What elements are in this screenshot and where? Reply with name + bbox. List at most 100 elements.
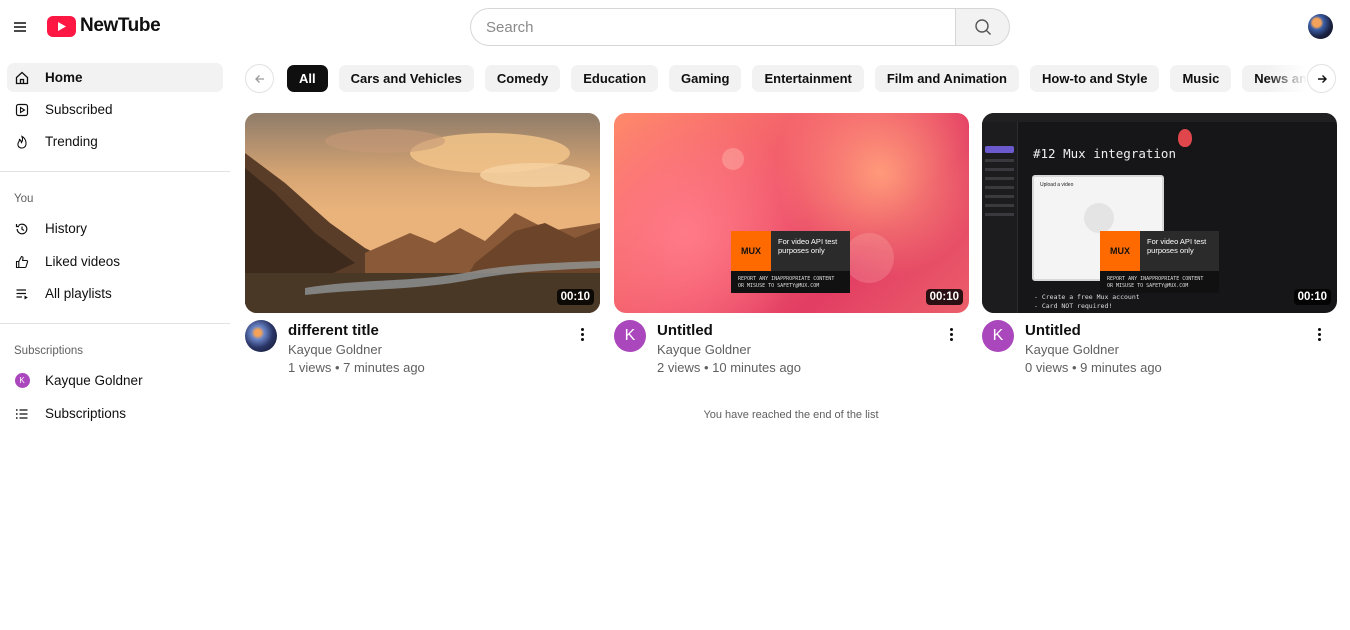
channel-name[interactable]: Kayque Goldner <box>1025 342 1119 357</box>
chip-education[interactable]: Education <box>571 65 659 92</box>
channel-avatar[interactable]: K <box>614 320 646 352</box>
video-card[interactable]: 00:10 different title Kayque Goldner 1 v… <box>245 113 600 380</box>
arrow-right-icon <box>1317 74 1327 83</box>
video-duration: 00:10 <box>556 289 594 305</box>
user-avatar[interactable] <box>1308 14 1333 39</box>
chip-how-to-and-style[interactable]: How-to and Style <box>1030 65 1160 92</box>
channel-name[interactable]: Kayque Goldner <box>657 342 751 357</box>
home-icon <box>14 70 30 86</box>
list-icon <box>14 406 30 422</box>
channel-avatar[interactable]: K <box>982 320 1014 352</box>
thumbs-up-icon <box>14 254 30 270</box>
video-stats: 2 views • 10 minutes ago <box>657 360 802 375</box>
section-heading-you: You <box>14 193 34 205</box>
search-input[interactable] <box>470 8 955 46</box>
more-options-icon[interactable] <box>1311 324 1327 344</box>
video-title[interactable]: Untitled <box>657 322 713 339</box>
screen-topbar <box>982 113 1337 122</box>
sidebar-item-label: Subscribed <box>45 102 113 117</box>
channel-name[interactable]: Kayque Goldner <box>288 342 382 357</box>
chip-music[interactable]: Music <box>1170 65 1232 92</box>
chip-entertainment[interactable]: Entertainment <box>752 65 864 92</box>
chip-all[interactable]: All <box>287 65 328 92</box>
landscape-image <box>245 113 600 313</box>
video-duration: 00:10 <box>925 289 963 305</box>
sidebar-item-channel[interactable]: K Kayque Goldner <box>7 366 223 395</box>
sidebar-item-all-playlists[interactable]: All playlists <box>7 279 223 308</box>
sidebar-item-label: Subscriptions <box>45 406 127 421</box>
bokeh-circle <box>722 148 744 170</box>
mux-caption: For video API test purposes only <box>771 231 850 271</box>
top-bar: NewTube <box>0 0 1350 54</box>
section-heading-subscriptions: Subscriptions <box>14 345 84 357</box>
video-meta: K Untitled Kayque Goldner 0 views • 9 mi… <box>982 320 1337 380</box>
search-button[interactable] <box>955 8 1010 46</box>
end-of-list-message: You have reached the end of the list <box>703 409 879 421</box>
category-chips: All Cars and Vehicles Comedy Education Gamin… <box>287 65 1307 92</box>
video-thumbnail[interactable]: MUX For video API test purposes only REP… <box>614 113 969 313</box>
strawberry-icon <box>1178 129 1192 147</box>
history-icon <box>14 221 30 237</box>
sidebar-item-subscribed[interactable]: Subscribed <box>7 95 223 124</box>
chips-scroll-left-button[interactable] <box>245 64 274 93</box>
sidebar-divider <box>0 323 230 324</box>
search-bar <box>470 8 1010 46</box>
sidebar-item-history[interactable]: History <box>7 214 223 243</box>
video-meta: different title Kayque Goldner 1 views •… <box>245 320 600 380</box>
screen-heading: #12 Mux integration <box>1033 146 1176 161</box>
channel-avatar: K <box>14 373 30 388</box>
video-duration: 00:10 <box>1293 289 1331 305</box>
chip-gaming[interactable]: Gaming <box>669 65 742 92</box>
mux-report-text: REPORT ANY INAPPROPRIATE CONTENT OR MISU… <box>1100 271 1219 293</box>
channel-avatar-icon: K <box>14 373 30 389</box>
app-logo[interactable]: NewTube <box>47 15 161 37</box>
chips-fade <box>1267 65 1307 92</box>
mux-watermark: MUX For video API test purposes only REP… <box>731 231 850 293</box>
upload-dialog-title: Upload a video <box>1040 182 1074 188</box>
arrow-left-icon <box>254 74 264 83</box>
chip-comedy[interactable]: Comedy <box>484 65 561 92</box>
sidebar-item-label: All playlists <box>45 286 112 301</box>
more-options-icon[interactable] <box>943 324 959 344</box>
search-icon <box>974 19 991 35</box>
video-thumbnail[interactable]: #12 Mux integration Upload a video MUX F… <box>982 113 1337 313</box>
sidebar-item-label: Kayque Goldner <box>45 373 143 388</box>
mux-logo: MUX <box>731 231 771 271</box>
sidebar-item-label: Home <box>45 70 83 85</box>
flame-icon <box>14 134 30 150</box>
sidebar-item-liked-videos[interactable]: Liked videos <box>7 247 223 276</box>
mux-caption: For video API test purposes only <box>1140 231 1219 271</box>
sidebar-item-subscriptions[interactable]: Subscriptions <box>7 399 223 428</box>
chip-film-and-animation[interactable]: Film and Animation <box>874 65 1019 92</box>
video-meta: K Untitled Kayque Goldner 2 views • 10 m… <box>614 320 969 380</box>
sidebar-item-home[interactable]: Home <box>7 63 223 92</box>
more-options-icon[interactable] <box>574 324 590 344</box>
mux-watermark: MUX For video API test purposes only REP… <box>1100 231 1219 293</box>
mux-report-text: REPORT ANY INAPPROPRIATE CONTENT OR MISU… <box>731 271 850 293</box>
subscribed-icon <box>14 102 30 118</box>
video-thumbnail[interactable]: 00:10 <box>245 113 600 313</box>
upload-icon <box>1084 203 1114 233</box>
sidebar-item-label: Trending <box>45 134 98 149</box>
sidebar-item-label: History <box>45 221 88 236</box>
mux-logo: MUX <box>1100 231 1140 271</box>
video-card[interactable]: #12 Mux integration Upload a video MUX F… <box>982 113 1337 380</box>
sidebar-item-trending[interactable]: Trending <box>7 127 223 156</box>
play-logo-icon <box>47 15 76 37</box>
screen-footer-note: - Create a free Mux account - Card NOT r… <box>1034 293 1140 310</box>
chips-scroll-right-button[interactable] <box>1307 64 1336 93</box>
video-card[interactable]: MUX For video API test purposes only REP… <box>614 113 969 380</box>
menu-icon[interactable] <box>9 17 31 37</box>
video-stats: 1 views • 7 minutes ago <box>288 360 425 375</box>
video-title[interactable]: different title <box>288 322 379 339</box>
video-title[interactable]: Untitled <box>1025 322 1081 339</box>
bokeh-circle <box>844 233 894 283</box>
playlist-icon <box>14 286 30 302</box>
channel-avatar[interactable] <box>245 320 277 352</box>
screen-sidebar <box>982 122 1018 313</box>
chip-cars-and-vehicles[interactable]: Cars and Vehicles <box>338 65 474 92</box>
video-stats: 0 views • 9 minutes ago <box>1025 360 1162 375</box>
sidebar-divider <box>0 171 230 172</box>
sidebar-item-label: Liked videos <box>45 254 121 269</box>
app-name: NewTube <box>80 15 161 36</box>
